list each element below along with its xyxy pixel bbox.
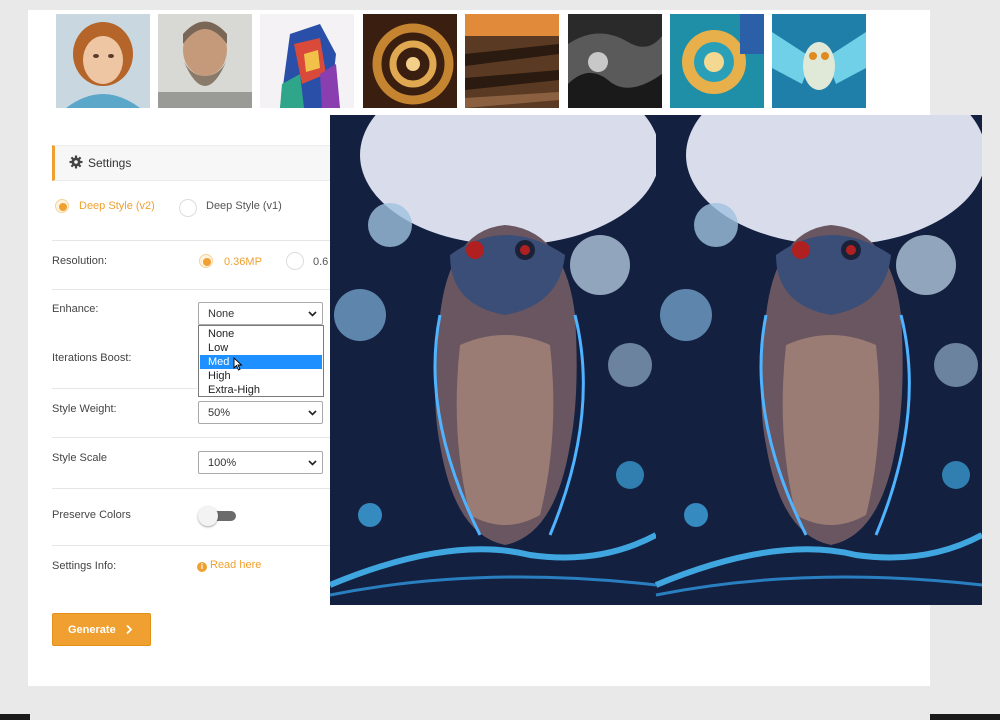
enhance-label: Enhance:: [52, 303, 99, 315]
preserve-colors-toggle[interactable]: [198, 506, 238, 526]
generate-button[interactable]: Generate: [52, 613, 151, 646]
chevron-down-icon: [308, 460, 317, 466]
style-weight-value: 50%: [208, 407, 231, 419]
enhance-option-low[interactable]: Low: [200, 341, 322, 355]
chevron-right-icon: [126, 624, 133, 635]
preserve-colors-label: Preserve Colors: [52, 509, 131, 521]
style-thumbnail-child-portrait[interactable]: [56, 14, 150, 108]
iterations-boost-label: Iterations Boost:: [52, 352, 132, 364]
owl-artwork-image: [330, 115, 982, 605]
mouse-cursor-icon: [233, 357, 243, 371]
style-thumbnail-spiral-mosaic[interactable]: [670, 14, 764, 108]
style-thumbnail-fractal-spiral[interactable]: [363, 14, 457, 108]
enhance-select-value: None: [208, 308, 235, 320]
video-frame-edge: [0, 714, 30, 720]
enhance-option-med[interactable]: Med: [200, 355, 322, 369]
generate-button-label: Generate: [68, 624, 116, 636]
style-thumbnail-bearded-man[interactable]: [158, 14, 252, 108]
divider: [52, 488, 332, 489]
divider: [52, 289, 332, 290]
deep-style-v2-label[interactable]: Deep Style (v2): [79, 200, 155, 212]
settings-info-label: Settings Info:: [52, 560, 117, 572]
resolution-06mp-radio[interactable]: [286, 252, 304, 270]
style-scale-select[interactable]: 100%: [198, 451, 323, 474]
enhance-select[interactable]: None: [198, 302, 323, 325]
gear-icon: [69, 155, 83, 169]
style-weight-label: Style Weight:: [52, 403, 117, 415]
style-thumbnail-wooden-city[interactable]: [465, 14, 559, 108]
style-weight-select[interactable]: 50%: [198, 401, 323, 424]
video-frame-edge: [930, 714, 1000, 720]
divider: [52, 388, 197, 389]
divider: [52, 545, 332, 546]
divider: [52, 240, 332, 241]
resolution-036mp-radio[interactable]: [199, 254, 213, 268]
chevron-down-icon: [308, 410, 317, 416]
settings-title: Settings: [88, 156, 132, 170]
chevron-down-icon: [308, 311, 317, 317]
divider: [52, 437, 332, 438]
enhance-option-none[interactable]: None: [200, 327, 322, 341]
enhance-option-high[interactable]: High: [200, 369, 322, 383]
style-scale-value: 100%: [208, 457, 237, 469]
deep-style-v1-label[interactable]: Deep Style (v1): [206, 200, 282, 212]
read-here-link[interactable]: i Read here: [197, 559, 261, 572]
read-here-link-text: Read here: [210, 559, 262, 571]
toggle-knob: [198, 506, 218, 526]
style-scale-label: Style Scale: [52, 452, 108, 464]
result-image: [330, 115, 982, 605]
style-thumbnail-colorful-face[interactable]: [260, 14, 354, 108]
resolution-label: Resolution:: [52, 255, 108, 267]
resolution-036mp-label[interactable]: 0.36MP: [224, 256, 262, 268]
info-icon: i: [197, 562, 207, 572]
resolution-06mp-label[interactable]: 0.6: [313, 256, 328, 268]
deep-style-v2-radio[interactable]: [55, 199, 69, 213]
deep-style-v1-radio[interactable]: [179, 199, 197, 217]
style-thumbnail-stormy-sea[interactable]: [568, 14, 662, 108]
enhance-dropdown: None Low Med High Extra-High: [198, 325, 324, 397]
settings-header[interactable]: Settings: [52, 145, 352, 181]
style-thumbnail-flying-owl[interactable]: [772, 14, 866, 108]
enhance-option-extra-high[interactable]: Extra-High: [200, 383, 322, 397]
